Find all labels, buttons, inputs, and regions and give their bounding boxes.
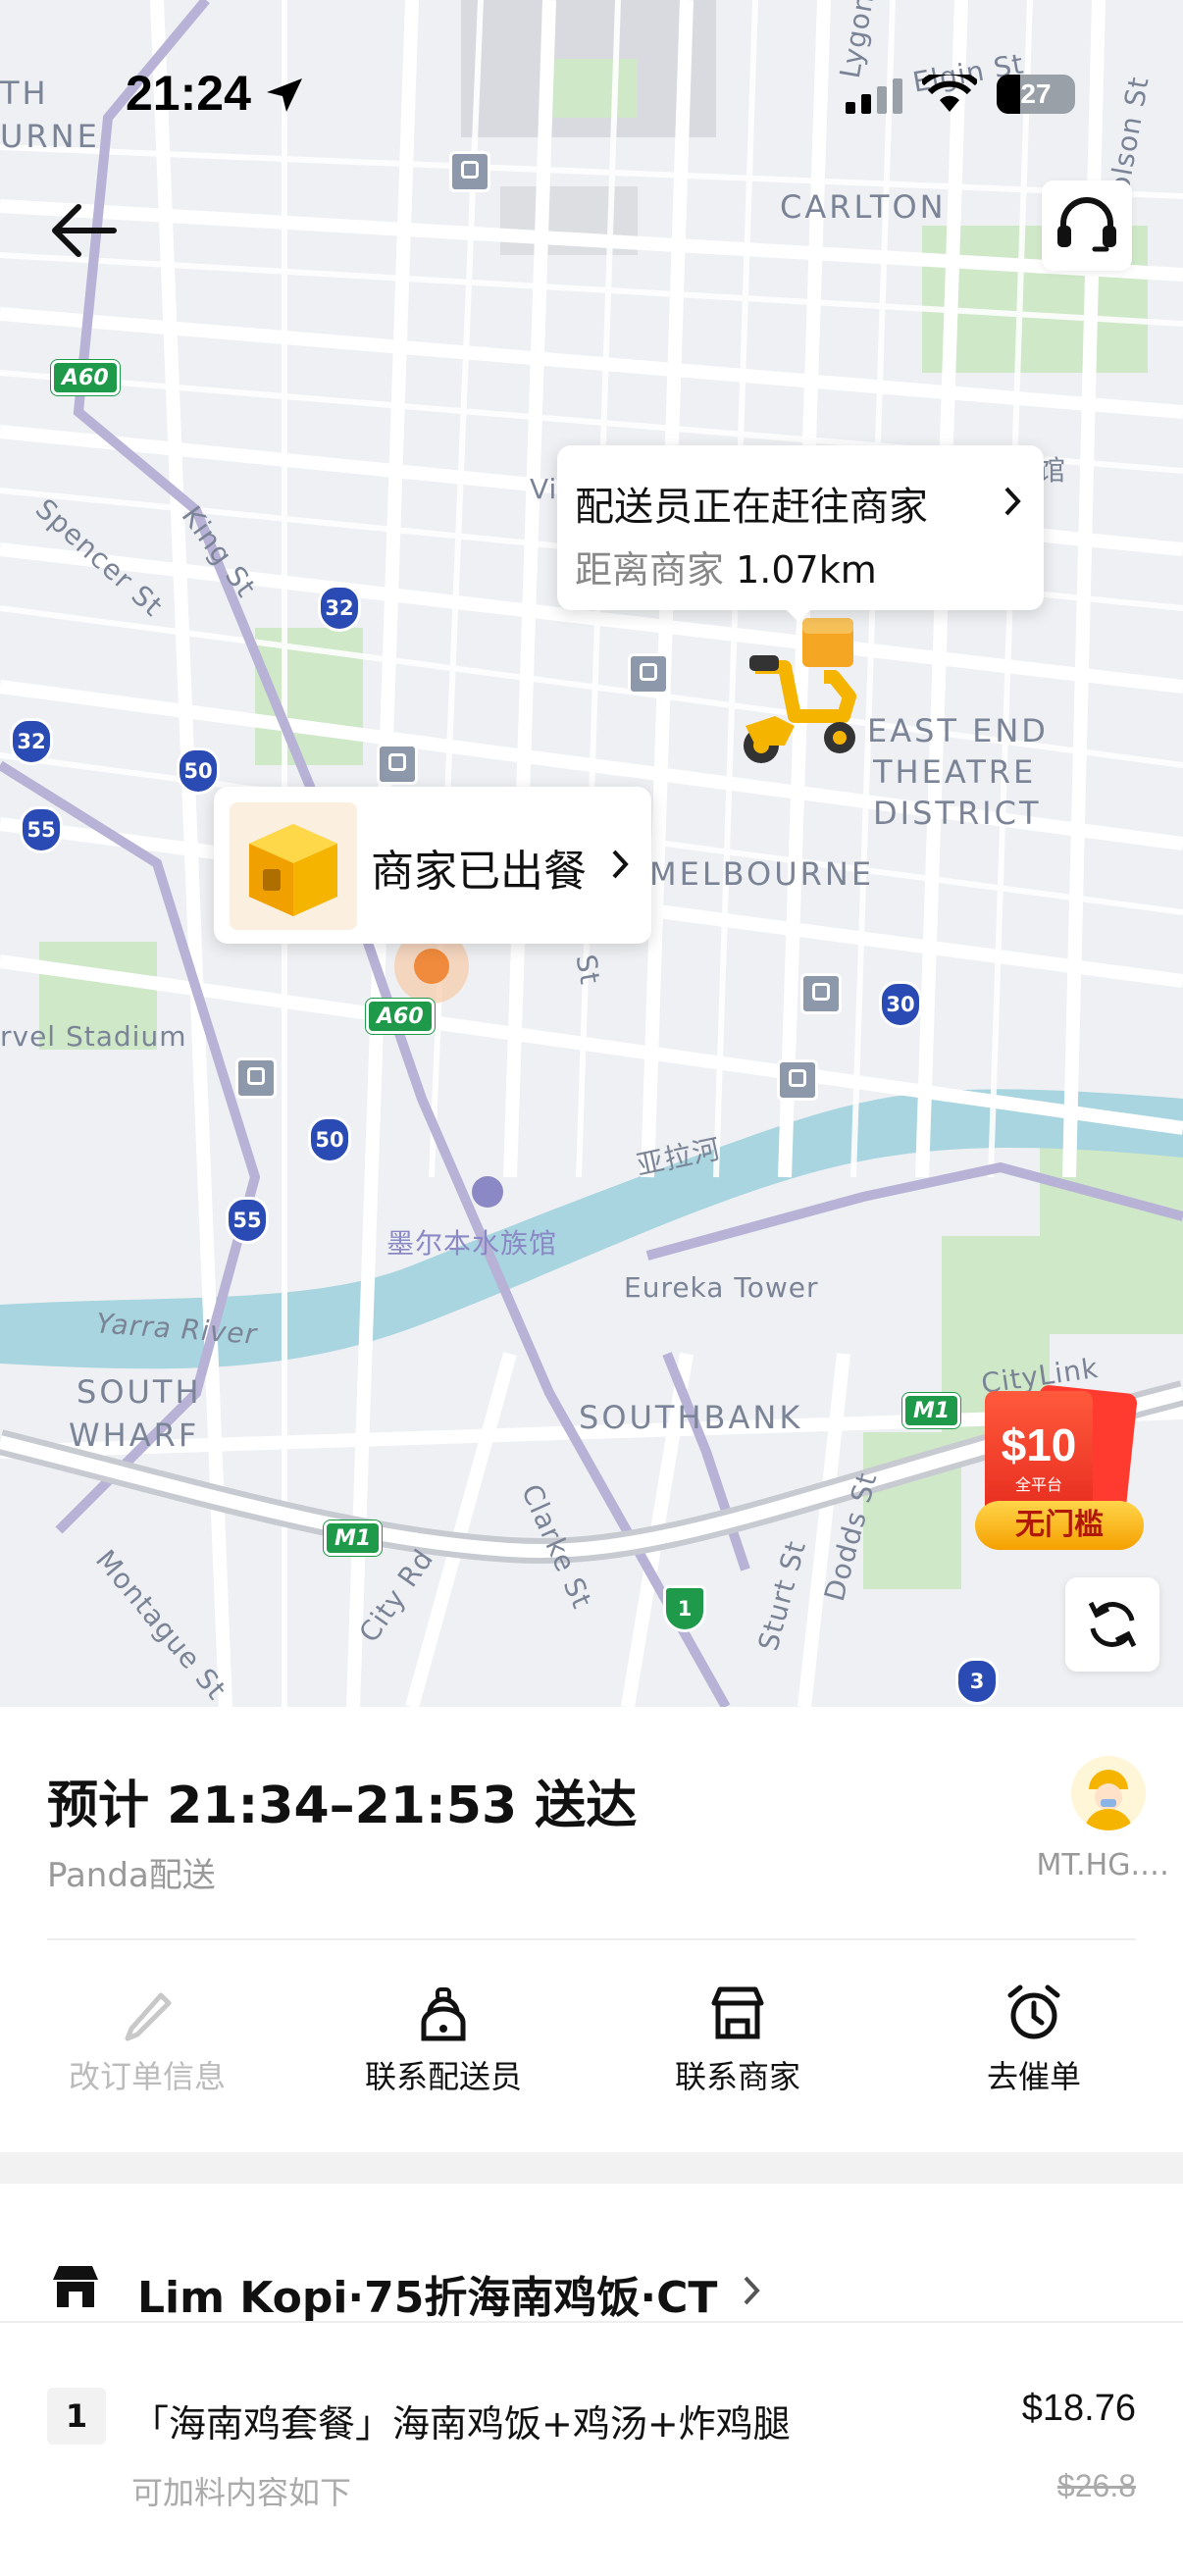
highway-shield: A60 (366, 999, 435, 1034)
map-label-aquarium: 墨尔本水族馆 (386, 1227, 558, 1260)
order-panel: Lim Kopi·75折海南鸡饭·CT 1 「海南鸡套餐」海南鸡饭+鸡汤+炸鸡腿… (0, 2184, 1183, 2576)
item-note: 可加料内容如下 (131, 2474, 352, 2511)
rider-icon (421, 1987, 466, 2041)
route-marker: 3 (955, 1658, 999, 1705)
rider-avatar[interactable] (1071, 1756, 1146, 1830)
map-label-melbourne: MELBOURNE (649, 855, 875, 893)
order-item-row[interactable]: 1 「海南鸡套餐」海南鸡饭+鸡汤+炸鸡腿 $18.76 可加料内容如下 $26.… (0, 2331, 1183, 2576)
map-label-eureka: Eureka Tower (624, 1271, 819, 1304)
route-marker: 1 (663, 1585, 706, 1632)
item-name: 「海南鸡套餐」海南鸡饭+鸡汤+炸鸡腿 (131, 2402, 791, 2446)
distance-label: 距离商家 (575, 548, 725, 592)
coupon-label: 无门槛 (975, 1501, 1144, 1550)
map-label-wharf: WHARF (69, 1417, 200, 1454)
item-qty: 1 (47, 2388, 106, 2445)
route-marker: 55 (226, 1197, 269, 1244)
store-icon (711, 1986, 764, 2039)
refresh-map-button[interactable] (1065, 1577, 1159, 1672)
store-row[interactable]: Lim Kopi·75折海南鸡饭·CT (0, 2242, 1183, 2341)
map-label-vic: Vi (530, 473, 558, 505)
coupon-front-card: $10 全平台 (985, 1391, 1093, 1519)
action-label: 联系配送员 (364, 2058, 522, 2095)
contact-merchant-button[interactable]: 联系商家 (620, 1984, 855, 2097)
edit-order-info-button[interactable]: 改订单信息 (29, 1984, 265, 2097)
route-marker: 55 (20, 806, 63, 853)
alarm-clock-icon (1007, 1984, 1060, 2039)
rider-avatar-icon (1085, 1770, 1132, 1830)
merchant-box-icon (230, 802, 357, 930)
battery-level: 27 (1020, 78, 1052, 109)
cellular-signal-icon (846, 78, 902, 114)
route-marker: 50 (308, 1116, 351, 1163)
merchant-status-bubble[interactable]: 商家已出餐 (214, 787, 651, 944)
rider-status-bubble[interactable]: 配送员正在赶往商家 距离商家 1.07km (557, 445, 1044, 610)
item-original-price: $26.8 (1056, 2468, 1136, 2503)
store-icon (53, 2266, 98, 2307)
divider (47, 1938, 1136, 1940)
rider-status-title: 配送员正在赶往商家 (575, 485, 928, 530)
rider-scooter-icon (744, 618, 856, 763)
urge-order-button[interactable]: 去催单 (916, 1984, 1152, 2097)
contact-rider-button[interactable]: 联系配送员 (326, 1984, 561, 2097)
route-marker: 32 (318, 585, 361, 632)
action-label: 联系商家 (674, 2058, 800, 2095)
store-name: Lim Kopi·75折海南鸡饭·CT (137, 2273, 718, 2323)
action-label: 改订单信息 (68, 2058, 226, 2095)
map-label-stadium: rvel Stadium (0, 1020, 187, 1053)
chevron-right-icon (744, 2276, 760, 2305)
chevron-right-icon (612, 850, 629, 879)
status-bar: 21:24 27 (0, 0, 1183, 186)
map-label-south: SOUTH (77, 1373, 202, 1411)
route-marker: 50 (177, 747, 220, 795)
map-label-carlton: CARLTON (780, 188, 947, 226)
item-price: $18.76 (1021, 2388, 1136, 2429)
action-label: 去催单 (986, 2058, 1081, 2095)
map-label-southbank: SOUTHBANK (579, 1399, 803, 1436)
highway-shield: M1 (324, 1520, 383, 1556)
back-arrow-icon (52, 204, 117, 257)
route-marker: 30 (879, 981, 922, 1028)
map-label-district: DISTRICT (873, 795, 1042, 832)
distance-value: 1.07km (736, 548, 877, 592)
coupon-amount: $10 (1001, 1419, 1077, 1470)
eta-text: 预计 21:34–21:53 送达 (47, 1777, 638, 1835)
highway-shield: M1 (902, 1393, 961, 1428)
merchant-status-title: 商家已出餐 (371, 847, 587, 897)
headset-icon (1057, 197, 1116, 252)
battery-icon: 27 (997, 75, 1075, 114)
tram-stop-icon (628, 653, 669, 695)
tram-stop-icon (800, 973, 842, 1014)
delivery-panel: 预计 21:34–21:53 送达 Panda配送 MT.HG.… 改订单信息 … (0, 1707, 1183, 2152)
tram-stop-icon (235, 1057, 277, 1099)
customer-service-button[interactable] (1042, 180, 1132, 271)
divider (0, 2321, 1183, 2323)
delivery-provider: Panda配送 (47, 1856, 216, 1895)
coupon-small-label: 全平台 (1014, 1475, 1062, 1494)
status-time: 21:24 (126, 66, 251, 121)
wifi-icon (922, 75, 977, 112)
tram-stop-icon (377, 744, 418, 785)
refresh-icon (1088, 1601, 1137, 1648)
location-arrow-icon (267, 78, 302, 112)
bubble-pointer (785, 608, 812, 622)
chevron-right-icon (1004, 487, 1021, 516)
back-button[interactable] (39, 186, 128, 275)
map-label-st: St (569, 952, 607, 988)
rider-name: MT.HG.… (1036, 1848, 1169, 1882)
pencil-icon (125, 1992, 172, 2041)
promo-coupon-button[interactable]: $10 全平台 无门槛 (975, 1384, 1144, 1558)
tram-stop-icon (777, 1059, 818, 1101)
highway-shield: A60 (51, 360, 120, 395)
route-marker: 32 (10, 718, 53, 765)
map-label-theatre: THEATRE (873, 753, 1037, 791)
map-label-east-end: EAST END (867, 712, 1049, 749)
